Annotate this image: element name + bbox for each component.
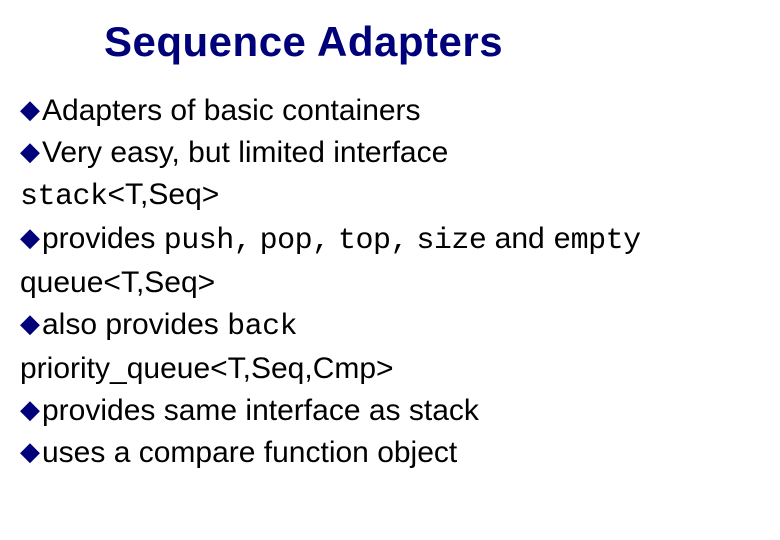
code-text: size	[416, 224, 486, 258]
bullet-text: easy, but limited interface	[102, 136, 448, 169]
type-params: <T,Seq>	[108, 178, 220, 211]
bullet-also-provides: ◆also provides back	[20, 304, 760, 348]
bullet-text: same interface as stack	[155, 394, 478, 427]
priority-queue-type-line: priority_queue<T,Seq,Cmp>	[20, 348, 760, 390]
diamond-icon: ◆	[20, 433, 40, 469]
code-text: stack	[20, 180, 108, 214]
bullet-adapters: ◆Adapters of basic containers	[20, 90, 760, 132]
code-text: empty	[553, 224, 641, 258]
diamond-icon: ◆	[20, 91, 40, 127]
bullet-provides-same: ◆provides same interface as stack	[20, 390, 760, 432]
bullet-lead: provides	[42, 394, 155, 427]
bullet-lead: uses	[42, 436, 105, 469]
bullet-text: and	[486, 222, 553, 255]
code-text: back	[227, 310, 297, 344]
diamond-icon: ◆	[20, 391, 40, 427]
queue-type-line: queue<T,Seq>	[20, 262, 760, 304]
slide: Sequence Adapters ◆Adapters of basic con…	[0, 0, 780, 540]
code-text: pop,	[260, 224, 330, 258]
bullet-lead: Adapters	[42, 94, 162, 127]
bullet-text: a compare function object	[105, 436, 457, 469]
stack-type-line: stack<T,Seq>	[20, 174, 760, 218]
space	[251, 222, 259, 255]
slide-body: ◆Adapters of basic containers ◆Very easy…	[20, 90, 760, 474]
diamond-icon: ◆	[20, 133, 40, 169]
space	[330, 222, 338, 255]
bullet-provides-stack: ◆provides push, pop, top, size and empty	[20, 218, 760, 262]
bullet-lead: Very	[42, 136, 102, 169]
slide-title: Sequence Adapters	[104, 18, 503, 66]
bullet-very-easy: ◆Very easy, but limited interface	[20, 132, 760, 174]
code-text: top,	[338, 224, 408, 258]
bullet-uses: ◆uses a compare function object	[20, 432, 760, 474]
type-text: priority_queue<T,Seq,Cmp>	[20, 352, 394, 385]
type-text: queue<T,Seq>	[20, 266, 215, 299]
bullet-lead: also	[42, 308, 97, 341]
bullet-lead: provides	[42, 222, 164, 255]
bullet-text: provides	[97, 308, 227, 341]
code-text: push,	[164, 224, 252, 258]
bullet-text: of basic containers	[162, 94, 420, 127]
diamond-icon: ◆	[20, 305, 40, 341]
diamond-icon: ◆	[20, 219, 40, 255]
